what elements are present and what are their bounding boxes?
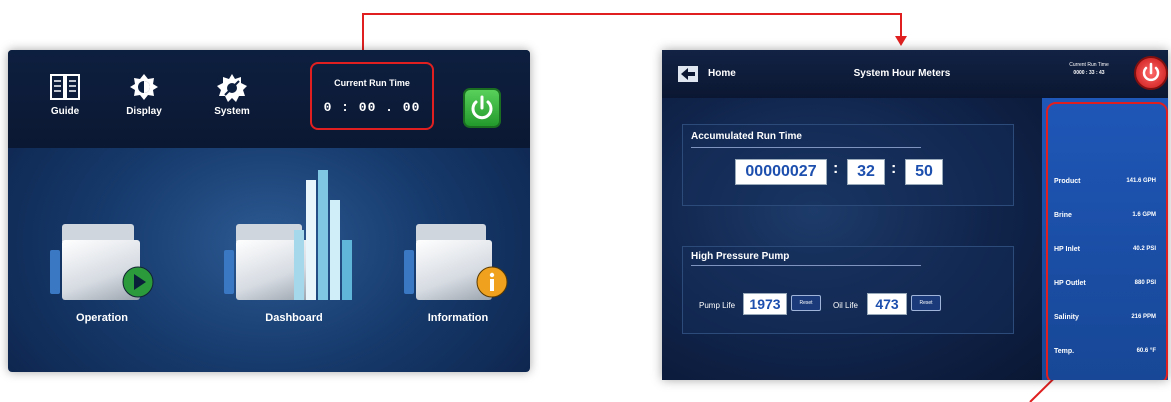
left-screen-home: Guide Display System Current Run Time 0 … (8, 50, 530, 372)
oil-life-reset-button[interactable]: Reset (911, 295, 941, 311)
param-value: 1.6 GPM (1132, 212, 1156, 218)
home-back-icon (678, 66, 698, 82)
param-row: Temp. 60.6 °F (1048, 348, 1166, 362)
param-name: Product (1054, 178, 1081, 185)
play-icon (122, 266, 154, 298)
run-time-value: 0 : 00 . 00 (323, 100, 421, 115)
pump-life-reset-button[interactable]: Reset (791, 295, 821, 311)
home-button[interactable]: Home (678, 66, 758, 84)
param-name: Salinity (1054, 314, 1079, 321)
bar-chart-icon (294, 170, 352, 300)
book-icon (50, 74, 80, 100)
page-title: System Hour Meters (853, 68, 951, 79)
param-row: HP Outlet 880 PSI (1048, 280, 1166, 294)
connector-arrowhead-top (895, 36, 907, 46)
oil-life-label: Oil Life (833, 301, 858, 310)
param-row: Salinity 216 PPM (1048, 314, 1166, 328)
power-button[interactable] (463, 88, 501, 128)
param-row: Product 141.6 GPH (1048, 178, 1166, 192)
accumulated-run-time-panel: Accumulated Run Time 00000027 : 32 : 50 (682, 124, 1014, 206)
operation-label: Operation (76, 312, 128, 324)
param-value: 880 PSI (1134, 280, 1156, 286)
pump-life-value: 1973 (743, 293, 787, 315)
param-name: HP Inlet (1054, 246, 1080, 253)
param-name: HP Outlet (1054, 280, 1086, 287)
gear-icon (217, 74, 247, 102)
guide-button[interactable]: Guide (40, 74, 90, 117)
param-row: HP Inlet 40.2 PSI (1048, 246, 1166, 260)
param-name: Brine (1054, 212, 1072, 219)
minutes-field: 32 (847, 159, 885, 185)
information-app-button[interactable] (404, 218, 514, 318)
param-value: 141.6 GPH (1126, 178, 1156, 184)
param-value: 60.6 °F (1136, 348, 1156, 354)
high-pressure-pump-panel: High Pressure Pump Pump Life 1973 Reset … (682, 246, 1014, 334)
power-icon (471, 95, 493, 120)
right-screen-hour-meters: Home System Hour Meters Current Run Time… (662, 50, 1168, 380)
display-label: Display (126, 106, 162, 117)
system-button[interactable]: System (202, 74, 262, 117)
info-icon (476, 266, 508, 298)
run-time-small: Current Run Time 0000 : 33 : 43 (1054, 62, 1124, 76)
guide-label: Guide (50, 106, 80, 117)
home-label: Home (708, 68, 736, 79)
pump-title: High Pressure Pump (691, 251, 790, 262)
param-row: Brine 1.6 GPM (1048, 212, 1166, 226)
run-time-small-label: Current Run Time (1069, 62, 1109, 68)
hours-field: 00000027 (735, 159, 827, 185)
param-value: 40.2 PSI (1132, 246, 1156, 252)
parameters-highlight-box: Product 141.6 GPH Brine 1.6 GPM HP Inlet… (1046, 102, 1168, 380)
pump-life-label: Pump Life (699, 301, 736, 310)
run-time-label: Current Run Time (334, 78, 410, 88)
accumulated-title: Accumulated Run Time (691, 131, 802, 142)
information-label: Information (427, 312, 489, 324)
dashboard-app-button[interactable] (224, 170, 364, 320)
display-button[interactable]: Display (114, 74, 174, 117)
brightness-icon (130, 74, 158, 100)
seconds-field: 50 (905, 159, 943, 185)
operation-app-button[interactable] (50, 220, 160, 320)
run-time-small-value: 0000 : 33 : 43 (1073, 70, 1105, 76)
oil-life-value: 473 (867, 293, 907, 315)
power-button-right[interactable] (1134, 56, 1168, 90)
param-value: 216 PPM (1131, 314, 1156, 320)
current-run-time-box: Current Run Time 0 : 00 . 00 (310, 62, 434, 130)
system-label: System (214, 106, 250, 117)
power-icon (1142, 62, 1160, 82)
param-name: Temp. (1054, 348, 1075, 355)
dashboard-label: Dashboard (265, 312, 323, 324)
